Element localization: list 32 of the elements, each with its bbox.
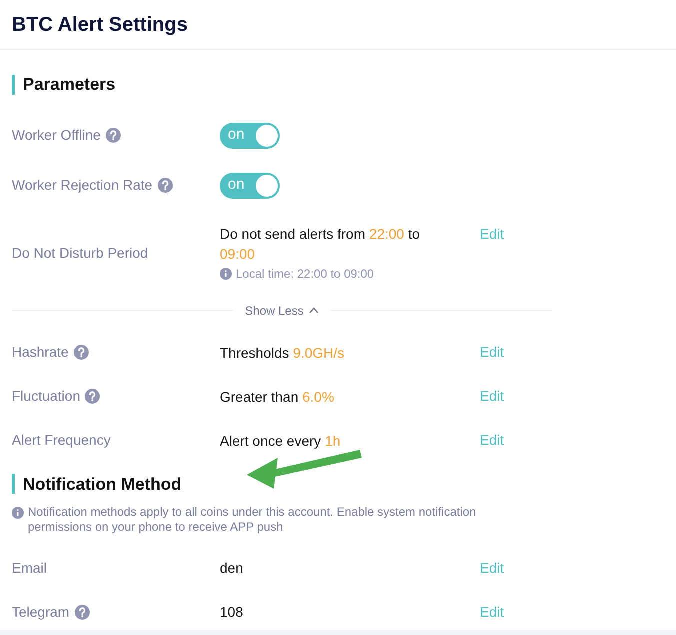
edit-link[interactable]: Edit <box>480 342 504 363</box>
page-title: BTC Alert Settings <box>12 12 188 38</box>
setting-label: Telegram <box>12 602 70 622</box>
setting-label: Fluctuation <box>12 387 80 406</box>
edit-link[interactable]: Edit <box>480 602 504 622</box>
setting-value: Do not send alerts from 22:00 to 09:00 <box>220 224 422 264</box>
show-less-button[interactable]: Show Less <box>245 302 319 320</box>
section-accent-bar <box>12 474 15 494</box>
setting-label: Worker Offline <box>12 126 101 145</box>
info-icon <box>12 507 24 519</box>
section-title: Parameters <box>23 74 116 96</box>
edit-link[interactable]: Edit <box>480 224 504 244</box>
setting-value: Alert once every 1h <box>220 432 342 450</box>
edit-link[interactable]: Edit <box>480 558 504 578</box>
setting-label: Alert Frequency <box>12 431 111 450</box>
setting-value: Greater than 6.0% <box>220 388 336 406</box>
section-title: Notification Method <box>23 474 182 496</box>
section-accent-bar <box>12 74 15 95</box>
setting-label: Do Not Disturb Period <box>12 244 148 263</box>
notification-note: Notification methods apply to all coins under this account. Enable system notification permissions on your phone to receive APP push <box>28 505 478 535</box>
local-time-note: Local time: 22:00 to 09:00 <box>236 266 374 282</box>
edit-link[interactable]: Edit <box>480 430 504 451</box>
setting-label: Email <box>12 558 48 578</box>
toggle-switch[interactable]: on <box>220 122 280 148</box>
edit-link[interactable]: Edit <box>480 386 504 407</box>
setting-label: Hashrate <box>12 343 69 362</box>
setting-label: Worker Rejection Rate <box>12 176 153 195</box>
info-icon <box>220 268 232 280</box>
toggle-switch[interactable]: on <box>220 172 280 198</box>
setting-value: den <box>220 559 244 578</box>
setting-value: Thresholds 9.0GH/s <box>220 344 346 362</box>
setting-value: 108 <box>220 603 244 622</box>
